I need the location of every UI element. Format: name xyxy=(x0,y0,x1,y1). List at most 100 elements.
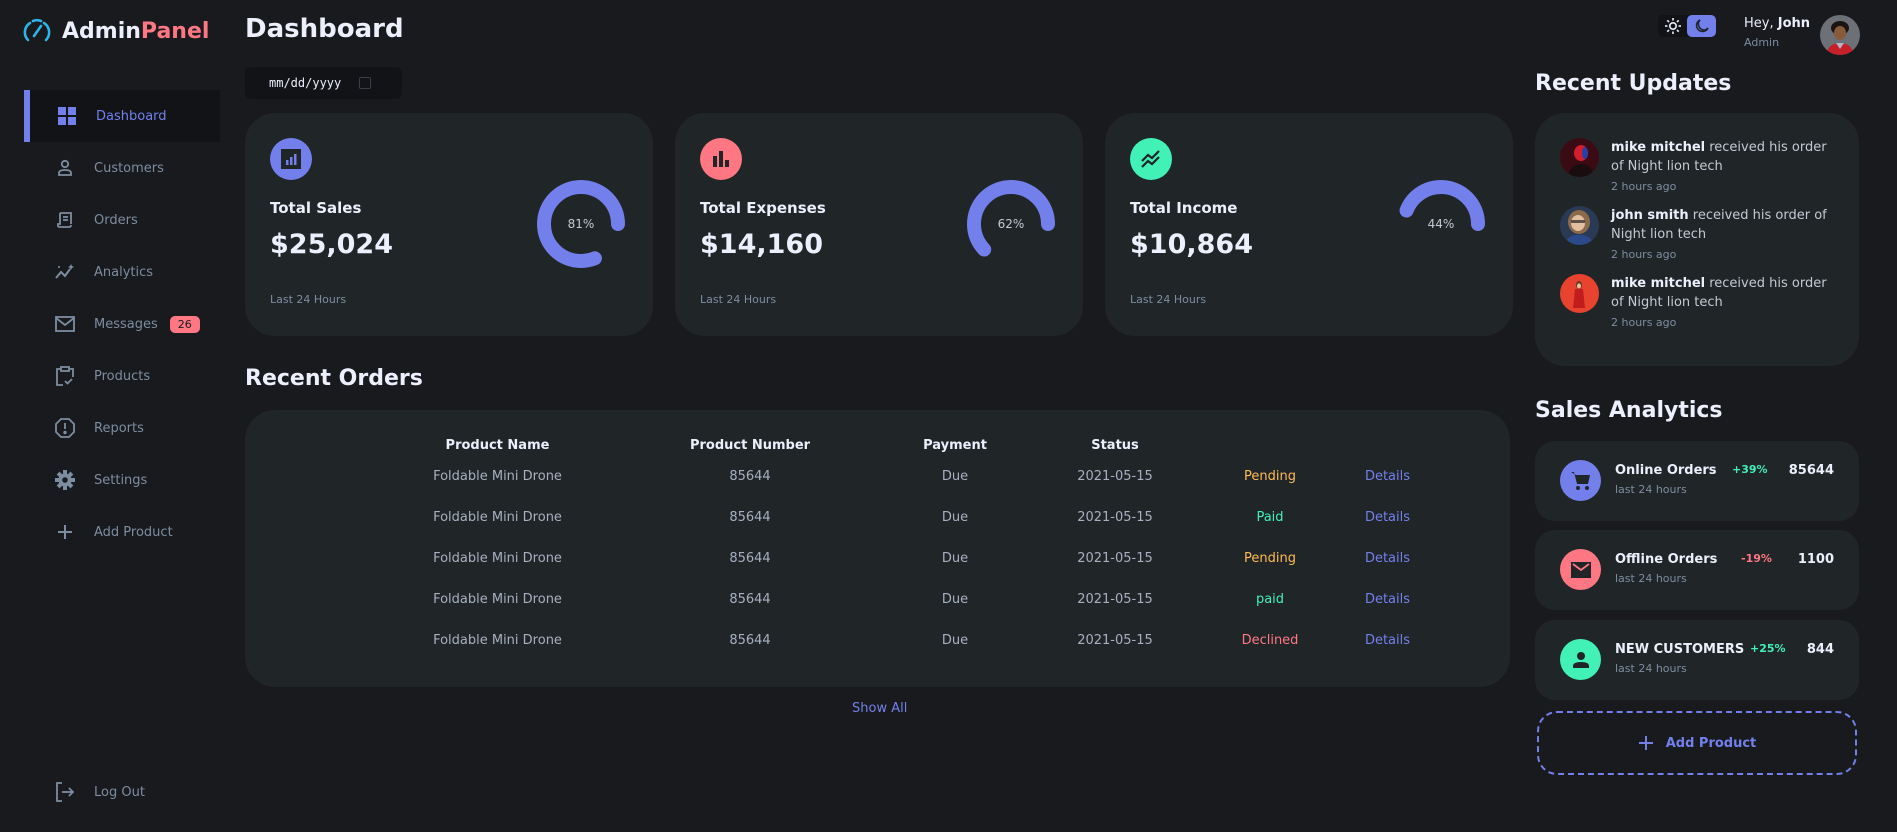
offline-orders-item: Offline Orders last 24 hours -19% 1100 xyxy=(1535,530,1859,610)
sidebar-item-settings[interactable]: Settings xyxy=(24,454,220,506)
sidebar-item-label: Add Product xyxy=(94,524,173,540)
stocks-icon xyxy=(1130,138,1172,180)
theme-toggle[interactable] xyxy=(1658,15,1716,37)
avatar[interactable] xyxy=(1820,15,1860,55)
sidebar-item-reports[interactable]: Reports xyxy=(24,402,220,454)
sidebar-item-label: Customers xyxy=(94,160,164,176)
sidebar-item-label: Settings xyxy=(94,472,148,488)
product-name-cell: Foldable Mini Drone xyxy=(433,592,562,607)
card-footer: Last 24 Hours xyxy=(270,293,347,306)
logout-label: Log Out xyxy=(94,784,145,800)
status-cell: Pending xyxy=(1244,551,1296,566)
bar-chart-icon xyxy=(700,138,742,180)
table-row: Foldable Mini Drone 85644 Due 2021-05-15 Pen… xyxy=(245,538,1510,579)
card-value: $10,864 xyxy=(1130,229,1253,260)
product-number-cell: 85644 xyxy=(729,469,771,484)
status-cell: paid xyxy=(1255,592,1285,607)
update-user: john smith xyxy=(1611,208,1689,223)
stat-name: NEW CUSTOMERS xyxy=(1615,642,1745,657)
stat-subtitle: last 24 hours xyxy=(1615,662,1687,675)
sidebar-item-label: Orders xyxy=(94,212,138,228)
stat-subtitle: last 24 hours xyxy=(1615,572,1687,585)
product-name-cell: Foldable Mini Drone xyxy=(433,510,562,525)
cart-icon xyxy=(1560,460,1601,501)
column-header: Product Number xyxy=(689,437,811,453)
mail-icon xyxy=(54,313,76,335)
recent-orders-panel: Product Name Product Number Payment Stat… xyxy=(245,410,1510,687)
card-footer: Last 24 Hours xyxy=(1130,293,1207,306)
date-placeholder: mm/dd/yyyy xyxy=(269,76,342,90)
sidebar: Dashboard Customers Orders Analytics Mes… xyxy=(24,90,220,820)
payment-cell: Due xyxy=(941,592,969,607)
sidebar-item-label: Reports xyxy=(94,420,144,436)
update-time: 2 hours ago xyxy=(1611,316,1677,329)
avatar xyxy=(1560,206,1599,245)
date-input[interactable]: mm/dd/yyyy xyxy=(245,67,402,99)
update-text: john smith received his order of Night l… xyxy=(1611,206,1841,244)
column-header xyxy=(1345,434,1510,456)
sidebar-item-orders[interactable]: Orders xyxy=(24,194,220,246)
mail-icon xyxy=(1560,549,1601,590)
column-header: Product Name xyxy=(445,437,550,453)
light-mode-icon[interactable] xyxy=(1658,15,1687,37)
dark-mode-icon[interactable] xyxy=(1687,15,1716,37)
update-user: mike mitchel xyxy=(1611,276,1706,291)
stat-value: 85644 xyxy=(1788,463,1834,478)
product-name-cell: Foldable Mini Drone xyxy=(433,633,562,648)
report-icon xyxy=(54,417,76,439)
details-link[interactable]: Details xyxy=(1345,579,1510,620)
status-cell: Declined xyxy=(1241,633,1299,648)
add-product-button[interactable]: Add Product xyxy=(1537,711,1857,775)
sidebar-item-dashboard[interactable]: Dashboard xyxy=(24,90,220,142)
brand-name-part2: Panel xyxy=(140,18,210,44)
stat-name: Online Orders xyxy=(1615,463,1717,478)
update-user: mike mitchel xyxy=(1611,140,1706,155)
online-orders-item: Online Orders last 24 hours +39% 85644 xyxy=(1535,441,1859,521)
grid-icon xyxy=(56,105,78,127)
add-product-label: Add Product xyxy=(1665,735,1757,751)
sidebar-item-messages[interactable]: Messages 26 xyxy=(24,298,220,350)
stat-change: -19% xyxy=(1741,552,1772,565)
table-header-row: Product Name Product Number Payment Stat… xyxy=(245,434,1510,456)
total-expenses-card: Total Expenses $14,160 Last 24 Hours 62% xyxy=(675,113,1083,336)
details-link[interactable]: Details xyxy=(1345,497,1510,538)
total-income-card: Total Income $10,864 Last 24 Hours 44% xyxy=(1105,113,1513,336)
stat-name: Offline Orders xyxy=(1615,552,1718,567)
analytics-icon xyxy=(270,138,312,180)
stat-change: +39% xyxy=(1732,463,1768,476)
payment-cell: Due xyxy=(941,510,969,525)
details-link[interactable]: Details xyxy=(1345,456,1510,497)
sidebar-item-label: Dashboard xyxy=(96,108,167,124)
update-time: 2 hours ago xyxy=(1611,248,1677,261)
avatar xyxy=(1560,138,1599,177)
show-all-link[interactable]: Show All xyxy=(852,701,907,716)
table-row: Foldable Mini Drone 85644 Due 2021-05-15 Dec… xyxy=(245,620,1510,661)
page-title: Dashboard xyxy=(245,14,404,44)
sidebar-item-customers[interactable]: Customers xyxy=(24,142,220,194)
sidebar-item-add-product[interactable]: Add Product xyxy=(24,506,220,558)
product-number-cell: 85644 xyxy=(729,592,771,607)
table-row: Foldable Mini Drone 85644 Due 2021-05-15 pai… xyxy=(245,579,1510,620)
update-time: 2 hours ago xyxy=(1611,180,1677,193)
receipt-icon xyxy=(54,209,76,231)
sidebar-item-analytics[interactable]: Analytics xyxy=(24,246,220,298)
table-row: Foldable Mini Drone 85644 Due 2021-05-15 Pai… xyxy=(245,497,1510,538)
card-title: Total Expenses xyxy=(700,199,826,217)
details-link[interactable]: Details xyxy=(1345,538,1510,579)
sidebar-item-products[interactable]: Products xyxy=(24,350,220,402)
orders-table: Product Name Product Number Payment Stat… xyxy=(245,434,1510,661)
product-number-cell: 85644 xyxy=(729,510,771,525)
person-icon xyxy=(1560,639,1601,680)
avatar xyxy=(1560,274,1599,313)
status-cell: Paid xyxy=(1256,510,1284,525)
table-row: Foldable Mini Drone 85644 Due 2021-05-15 Pen… xyxy=(245,456,1510,497)
card-title: Total Income xyxy=(1130,199,1238,217)
details-link[interactable]: Details xyxy=(1345,620,1510,661)
stat-value: 844 xyxy=(1806,642,1834,657)
card-title: Total Sales xyxy=(270,199,362,217)
logout-button[interactable]: Log Out xyxy=(24,766,220,818)
product-number-cell: 85644 xyxy=(729,551,771,566)
calendar-icon[interactable] xyxy=(359,77,372,89)
product-number-cell: 85644 xyxy=(729,633,771,648)
card-footer: Last 24 Hours xyxy=(700,293,777,306)
